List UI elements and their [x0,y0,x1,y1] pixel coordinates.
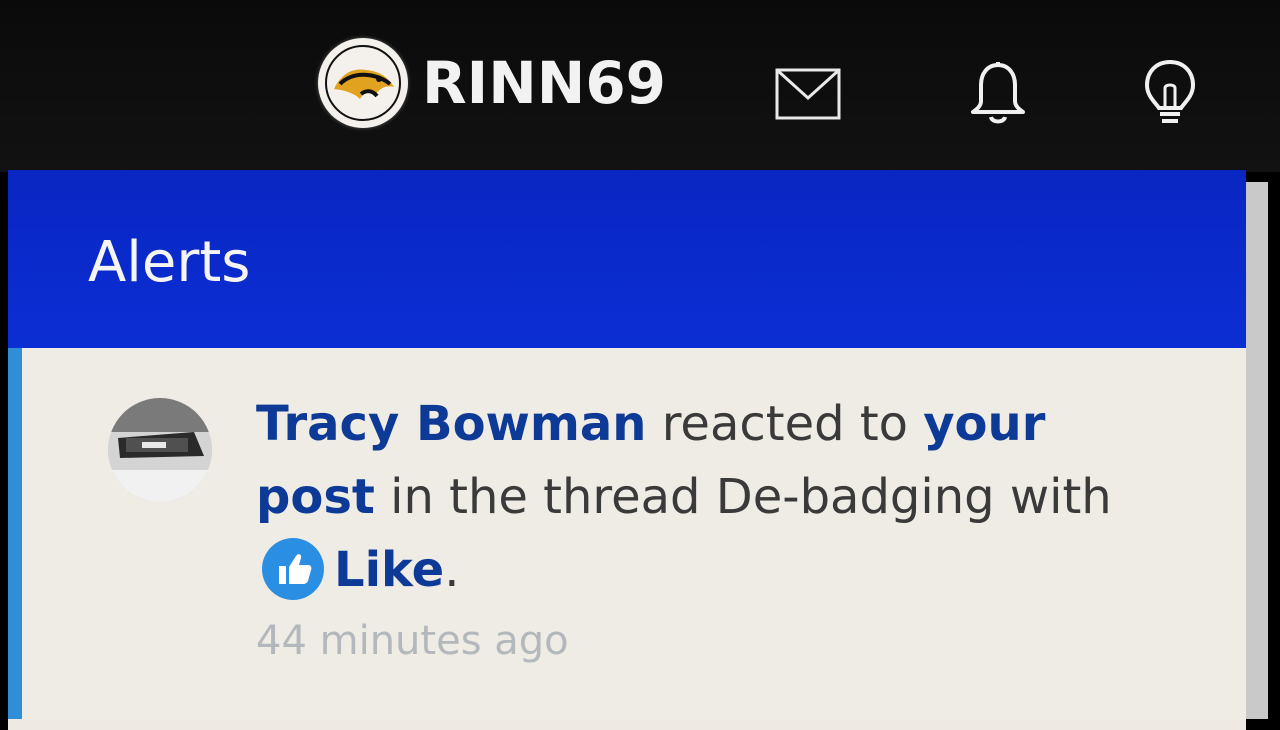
alert-end-punctuation: . [444,542,460,598]
alert-context-text: in the thread De-badging with [374,469,1112,525]
site-name[interactable]: RINN69 [422,49,666,117]
alert-message: Tracy Bowman reacted to your post in the… [256,388,1136,607]
top-bar: RINN69 [0,0,1280,172]
unread-indicator [8,348,22,719]
alert-action-text: reacted to [646,396,924,452]
alert-actor-link[interactable]: Tracy Bowman [256,396,646,452]
lightbulb-icon[interactable] [1135,58,1205,130]
alert-item[interactable]: Tracy Bowman reacted to your post in the… [22,348,1246,719]
avatar[interactable] [108,398,212,502]
site-logo[interactable]: RINN69 [318,38,666,128]
alert-timestamp: 44 minutes ago [256,618,569,664]
page-title: Alerts [88,230,251,295]
reaction-label: Like [334,542,445,598]
like-reaction-icon [262,538,324,600]
mail-icon[interactable] [773,58,843,130]
hawkeye-logo-icon [318,38,408,128]
scrollbar[interactable] [1246,182,1268,719]
bell-icon[interactable] [963,58,1033,130]
alerts-header: Alerts [8,170,1246,348]
